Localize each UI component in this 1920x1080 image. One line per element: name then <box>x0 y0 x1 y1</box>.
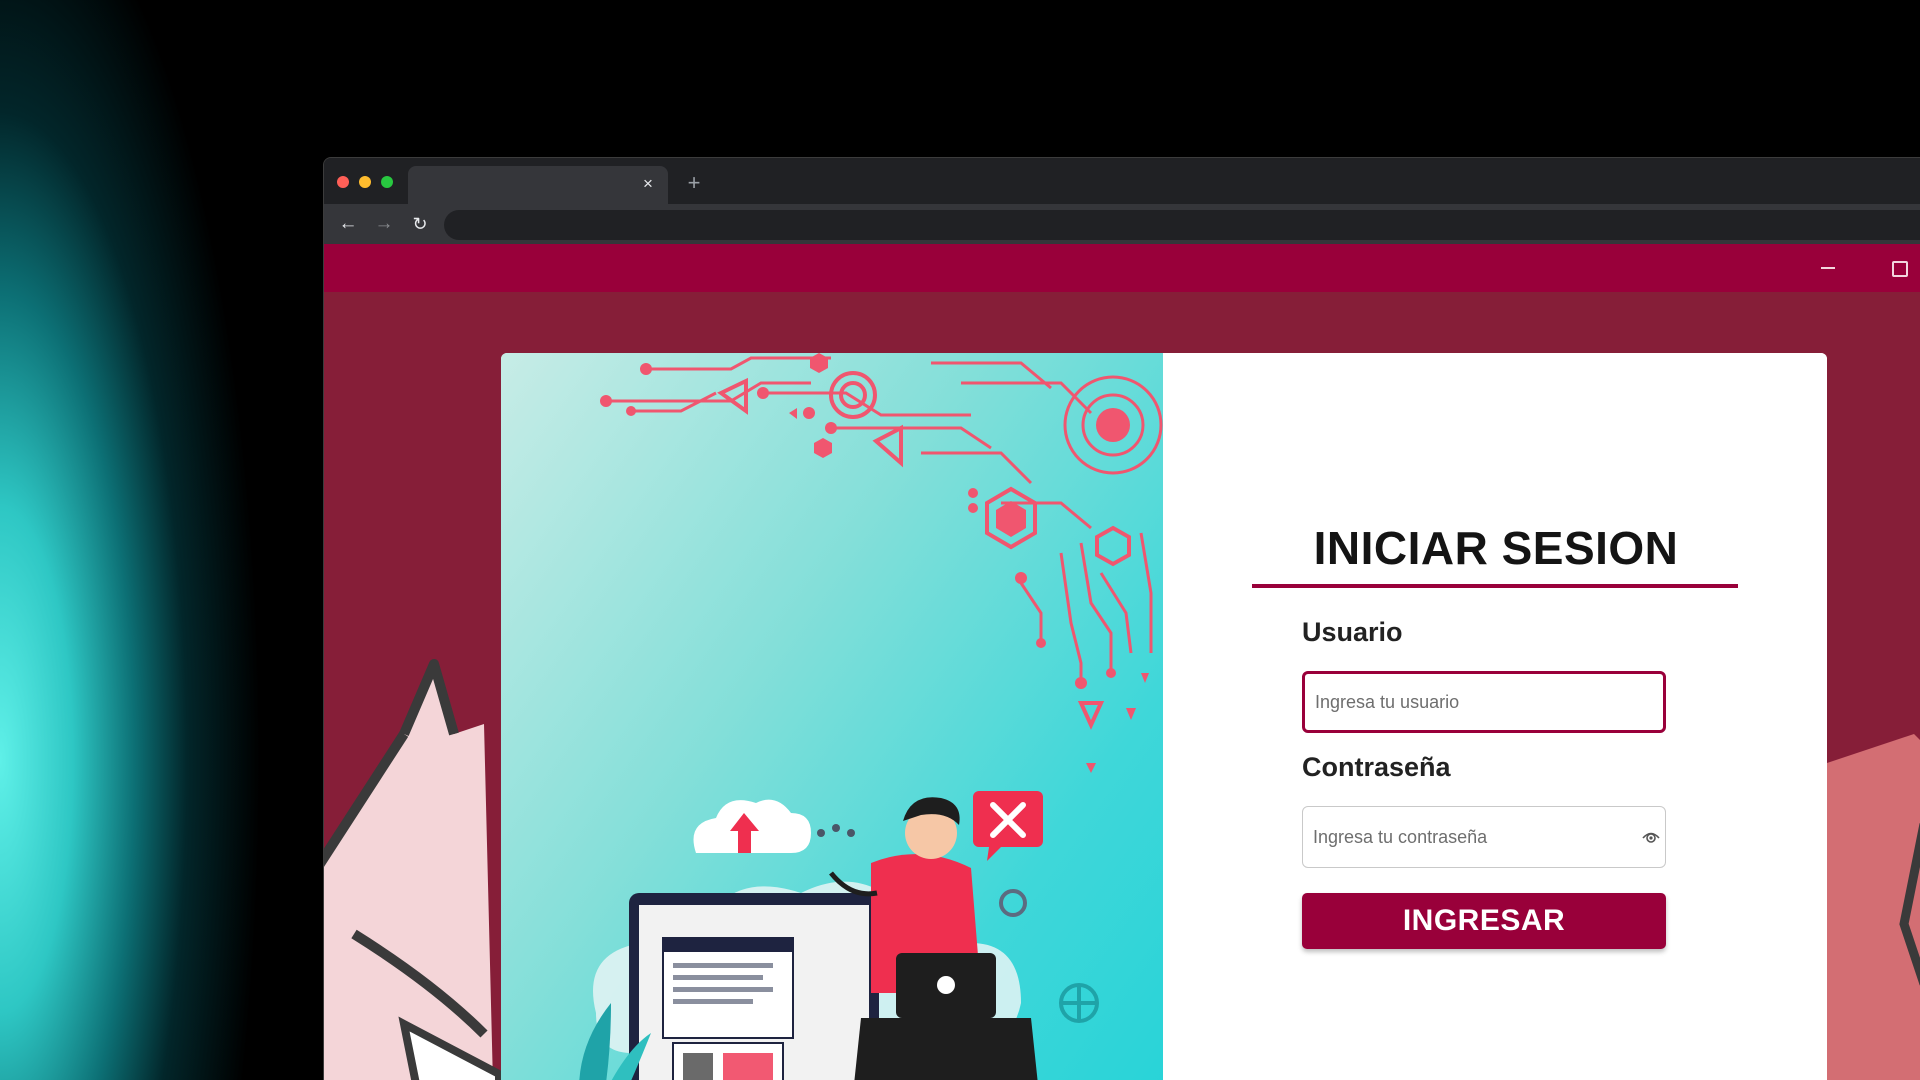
close-window-dot[interactable] <box>337 176 349 188</box>
minimize-icon[interactable] <box>1821 267 1835 269</box>
background-shape-left <box>324 659 503 1080</box>
error-badge <box>973 791 1043 861</box>
reload-icon[interactable]: ↻ <box>408 212 432 236</box>
new-tab-icon[interactable]: + <box>682 171 706 195</box>
minimize-window-dot[interactable] <box>359 176 371 188</box>
browser-toolbar: ← → ↻ <box>324 204 1920 244</box>
login-illustration <box>501 353 1163 1080</box>
maximize-icon[interactable] <box>1892 261 1908 277</box>
circuit-illustration <box>579 353 1163 1080</box>
tab-close-icon[interactable]: × <box>638 174 658 194</box>
login-form-panel: INICIAR SESION Usuario Contraseña INGRES… <box>1163 353 1827 1080</box>
show-password-eye-icon[interactable] <box>1641 827 1661 847</box>
address-bar[interactable] <box>444 210 1920 240</box>
page-viewport: INICIAR SESION Usuario Contraseña INGRES… <box>324 244 1920 1080</box>
username-label: Usuario <box>1302 617 1403 647</box>
browser-window: × + ← → ↻ INICIAR SESION Usuario Ingresa… <box>323 157 1920 1080</box>
back-arrow-icon[interactable]: ← <box>336 212 360 236</box>
password-input[interactable] <box>1302 806 1666 868</box>
password-label: Contraseña <box>1302 752 1451 782</box>
laptop-window <box>629 893 879 1080</box>
login-card: INICIAR SESION Usuario Contraseña INGRES… <box>501 353 1827 1080</box>
browser-tab[interactable]: × <box>408 166 668 204</box>
app-titlebar <box>324 244 1920 292</box>
username-input[interactable] <box>1302 671 1666 733</box>
login-submit-button[interactable]: INGRESAR <box>1302 893 1666 949</box>
zoom-window-dot[interactable] <box>381 176 393 188</box>
login-title: INICIAR SESION <box>1313 522 1679 574</box>
forward-arrow-icon[interactable]: → <box>372 212 396 236</box>
title-underline <box>1252 584 1738 588</box>
background-shape-right <box>1824 734 1920 1080</box>
tab-strip: × + <box>324 158 1920 204</box>
